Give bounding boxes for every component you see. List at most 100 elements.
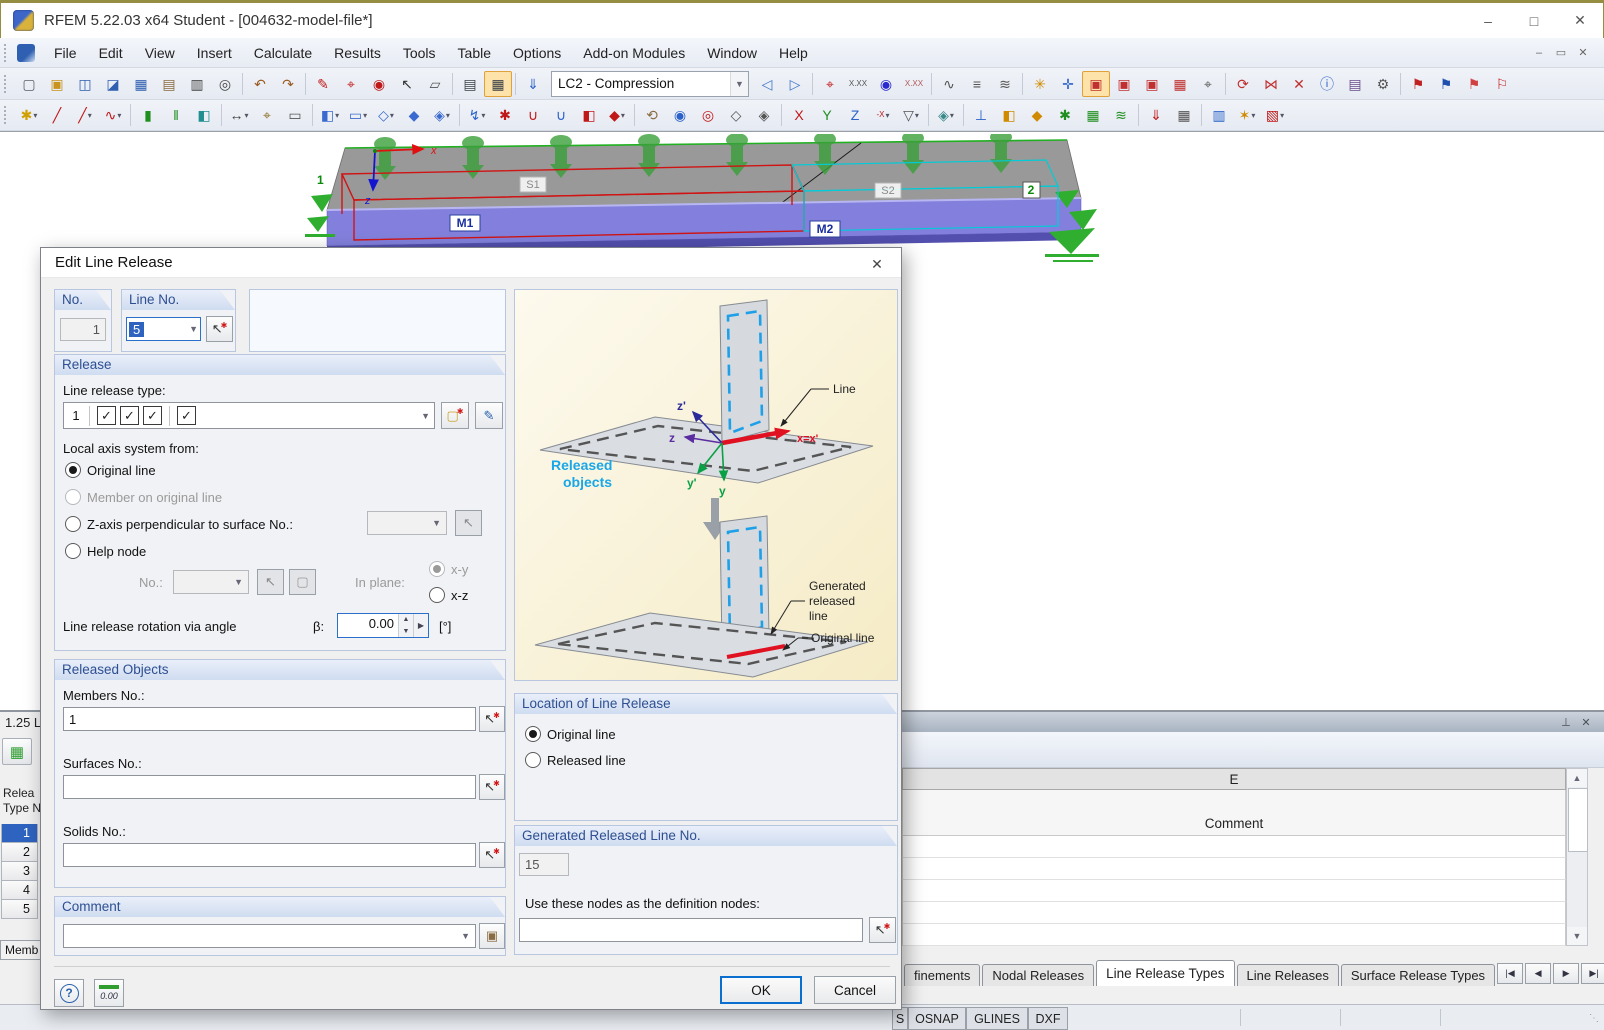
menu-tools[interactable]: Tools <box>392 41 447 65</box>
open-model-icon[interactable]: ▣ <box>43 71 71 97</box>
mdi-restore-icon[interactable]: ▭ <box>1550 44 1572 62</box>
mdi-minimize-icon[interactable]: – <box>1528 44 1550 62</box>
menu-file[interactable]: File <box>43 41 88 65</box>
extreme-values-2-icon[interactable]: X.XX <box>900 71 928 97</box>
radio-original-line[interactable]: Original line <box>65 462 156 478</box>
status-toggle-dxf[interactable]: DXF <box>1028 1007 1068 1030</box>
extreme-values-icon[interactable]: X.XX <box>844 71 872 97</box>
show-loads-icon[interactable]: ⇓ <box>1142 102 1170 128</box>
resize-grip[interactable]: ⋱ <box>1589 1013 1601 1025</box>
line-no-combobox[interactable]: 5 ▼ <box>126 317 201 341</box>
line-release-insert-icon[interactable]: ∪ <box>519 102 547 128</box>
copy-graphic-icon[interactable]: ▱ <box>421 71 449 97</box>
radio-location-released-line[interactable]: Released line <box>525 752 626 768</box>
dialog-titlebar[interactable]: Edit Line Release ✕ <box>41 248 901 278</box>
definition-nodes-pick-button[interactable]: ↖ ✱ <box>869 917 896 943</box>
spin-down-icon[interactable]: ▼ <box>399 625 413 637</box>
menu-view[interactable]: View <box>134 41 186 65</box>
line-pick-button[interactable]: ↖ ✱ <box>206 316 233 342</box>
table-scrollbar[interactable]: ▲ ▼ <box>1566 768 1588 946</box>
pan-view-icon[interactable]: ⟲ <box>638 102 666 128</box>
move-members-icon[interactable]: ⚑ <box>1404 71 1432 97</box>
release-type-row[interactable]: 3 <box>1 862 38 881</box>
nurbs-surface-icon[interactable]: ◇ ▾ <box>372 102 400 128</box>
chevron-down-icon[interactable]: ▼ <box>730 71 748 96</box>
status-toggle-glines[interactable]: GLINES <box>966 1007 1028 1030</box>
solids-no-input[interactable] <box>63 843 476 867</box>
view-in-z-icon[interactable]: Z <box>841 102 869 128</box>
edit-release-type-button[interactable]: ✎ <box>475 402 503 429</box>
settings-icon[interactable]: ⚙ <box>1369 71 1397 97</box>
redo-icon[interactable]: ↷ <box>274 71 302 97</box>
node-numbering-icon[interactable]: ≋ <box>991 71 1019 97</box>
display-properties-icon[interactable]: ✶ ▾ <box>1233 102 1261 128</box>
view-in-x-icon[interactable]: X <box>785 102 813 128</box>
status-toggle-s[interactable]: S <box>892 1007 908 1030</box>
table-layout-icon[interactable]: ▦ <box>484 70 512 97</box>
tab-surface-release-types[interactable]: Surface Release Types <box>1340 964 1496 986</box>
surfaces-pick-button[interactable]: ↖ ✱ <box>479 774 505 800</box>
isometric-view-icon[interactable]: ◇ <box>722 102 750 128</box>
insert-surface-icon[interactable]: ◧ <box>190 102 218 128</box>
new-release-type-button[interactable]: ▢ ✱ <box>441 402 469 429</box>
column-letter-header[interactable]: E <box>902 768 1566 790</box>
menu-insert[interactable]: Insert <box>186 41 243 65</box>
release-type-row[interactable]: 2 <box>1 843 38 862</box>
line-release-edit-icon[interactable]: ∪ <box>547 102 575 128</box>
panel-toggle-icon[interactable]: ▥ <box>1205 102 1233 128</box>
frame-select-icon[interactable]: ▭ <box>281 102 309 128</box>
members-no-input[interactable]: 1 <box>63 707 476 731</box>
mesh-points-icon[interactable]: ≋ <box>1107 102 1135 128</box>
member-numbering-icon[interactable]: ≡ <box>963 71 991 97</box>
surface-colors-icon[interactable]: ◧ <box>995 102 1023 128</box>
surface-release-icon[interactable]: ◧ <box>575 102 603 128</box>
zoom-center-icon[interactable]: ◉ <box>365 71 393 97</box>
rotation-angle-spinner[interactable]: 0.00 ▲ ▼ ▶ <box>337 613 429 638</box>
insert-member-set-icon[interactable]: ‖ <box>162 102 190 128</box>
color-scale-icon[interactable]: ▧ ▾ <box>1261 102 1289 128</box>
insert-node-icon[interactable]: ✱ ▾ <box>15 102 43 128</box>
print-preview-icon[interactable]: ◎ <box>211 71 239 97</box>
zoom-out-icon[interactable]: ◎ <box>694 102 722 128</box>
spin-more-icon[interactable]: ▶ <box>413 614 428 637</box>
panel-close-icon[interactable]: ✕ <box>1576 713 1596 731</box>
regenerate-loads-icon[interactable]: ⇓ <box>519 71 547 97</box>
clipboard-icon[interactable]: ▤ <box>155 71 183 97</box>
save-model-as-icon[interactable]: ◪ <box>99 71 127 97</box>
show-tables-icon[interactable]: ▦ <box>1170 102 1198 128</box>
chevron-down-icon[interactable]: ▼ <box>189 324 198 334</box>
tab-nodal-releases[interactable]: Nodal Releases <box>982 964 1095 986</box>
find-center-icon[interactable]: ⌖ <box>337 71 365 97</box>
dimension-values-icon[interactable]: ⌖ <box>253 102 281 128</box>
table-row[interactable] <box>902 902 1566 924</box>
result-flag-icon[interactable]: ⚑ <box>1460 71 1488 97</box>
insert-line-icon[interactable]: ╱ <box>43 102 71 128</box>
solids-pick-button[interactable]: ↖ ✱ <box>479 842 505 868</box>
scroll-down-icon[interactable]: ▼ <box>1567 927 1587 945</box>
select-cursor-icon[interactable]: ↖ <box>393 71 421 97</box>
quick-calc-icon[interactable]: ▤ <box>1341 71 1369 97</box>
radio-location-original-line[interactable]: Original line <box>525 726 616 742</box>
show-supports-icon[interactable]: ⊥ <box>967 102 995 128</box>
radio-z-axis-perpendicular[interactable]: Z-axis perpendicular to surface No.: <box>65 516 293 532</box>
surface-opening-icon[interactable]: ▭ ▾ <box>344 102 372 128</box>
dimension-icon[interactable]: ↔ ▾ <box>225 102 253 128</box>
rotate-view-icon[interactable]: ⟳ <box>1229 71 1257 97</box>
edit-selected-icon[interactable]: ✎ <box>309 71 337 97</box>
comment-copy-button[interactable]: ▣ <box>479 923 505 949</box>
previous-load-case-icon[interactable]: ◁ <box>753 71 781 97</box>
maximize-icon[interactable]: □ <box>1511 5 1557 37</box>
workplane-yz-icon[interactable]: ▣ <box>1138 71 1166 97</box>
dialog-close-icon[interactable]: ✕ <box>865 253 889 275</box>
release-type-combobox[interactable]: 1 ✓ ✓ ✓ ✓ ▼ <box>63 402 435 429</box>
table-row[interactable] <box>902 924 1566 946</box>
members-pick-button[interactable]: ↖ ✱ <box>479 706 505 732</box>
undo-icon[interactable]: ↶ <box>246 71 274 97</box>
table-filter-icon[interactable]: ▦ <box>2 738 32 765</box>
status-toggle-osnap[interactable]: OSNAP <box>908 1007 966 1030</box>
surfaces-no-input[interactable] <box>63 775 476 799</box>
fe-mesh-icon[interactable]: ▦ <box>1079 102 1107 128</box>
tab-line-releases[interactable]: Line Releases <box>1236 964 1339 986</box>
chevron-down-icon[interactable]: ▼ <box>461 931 470 941</box>
help-button[interactable]: ? <box>54 979 84 1007</box>
